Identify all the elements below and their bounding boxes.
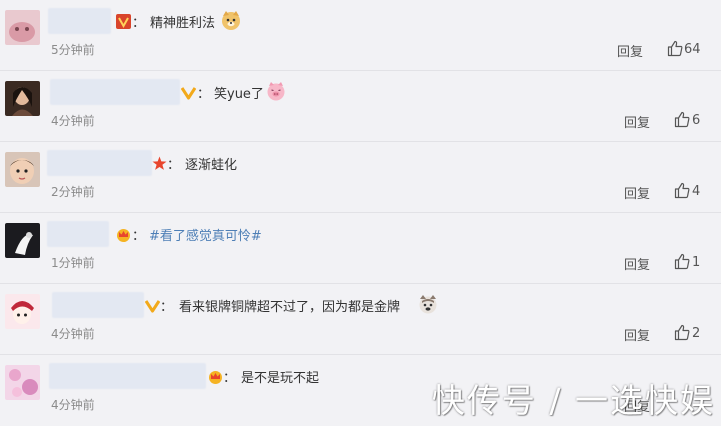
reply-button[interactable]: 回复 [624,112,650,131]
like-count: 6 [692,113,701,128]
reply-button[interactable]: 回复 [617,41,643,60]
comment-colon: ： [160,300,174,315]
husky-emoji [418,294,438,314]
comment-text: 看来银牌铜牌超不过了，因为都是金牌 [179,300,401,315]
avatar[interactable] [5,152,40,187]
reply-button[interactable]: 回复 [624,254,650,273]
gold-v-badge [116,14,131,29]
username-blurred[interactable] [50,79,180,105]
pig-emoji [266,81,286,101]
comment-time: 4分钟前 [51,398,95,412]
comment-time: 1分钟前 [51,256,95,270]
yellow-v-badge [145,298,160,313]
avatar[interactable] [5,81,40,116]
username-blurred[interactable] [47,150,152,176]
comment-colon: ： [132,16,146,31]
like-count: 1 [692,255,701,270]
topic-link[interactable]: #看了感觉真可怜# [149,225,262,244]
red-star-badge [152,156,167,171]
comment-time: 4分钟前 [51,327,95,341]
thumbs-up-icon[interactable] [674,324,690,341]
comment-time: 5分钟前 [51,43,95,57]
avatar[interactable] [5,365,40,400]
avatar[interactable] [5,294,40,329]
comment-text: 是不是玩不起 [241,371,320,386]
like-count: 4 [692,184,701,199]
comment-colon: ： [223,371,237,386]
comment-colon: ： [167,158,181,173]
username-blurred[interactable] [52,292,144,318]
watermark: 快传号 / 一选快娱 [431,381,715,420]
comment-text: 笑yue了 [214,87,264,102]
yellow-v-badge [181,85,196,100]
crown-badge [115,227,130,242]
comment-time: 2分钟前 [51,185,95,199]
thumbs-up-icon[interactable] [674,111,690,128]
avatar[interactable] [5,10,40,45]
crown-badge [207,369,222,384]
username-blurred[interactable] [48,8,111,34]
comment-item: ： 逐渐蛙化 2分钟前 回复 4 [0,142,721,213]
comment-item: ： #看了感觉真可怜# 1分钟前 回复 1 [0,213,721,284]
comment-text: 精神胜利法 [150,16,216,31]
like-count: 64 [684,42,701,57]
comment-colon: ： [197,87,211,102]
reply-button[interactable]: 回复 [624,183,650,202]
username-blurred[interactable] [49,363,206,389]
reply-button[interactable]: 回复 [624,325,650,344]
username-blurred[interactable] [47,221,109,247]
thumbs-up-icon[interactable] [674,182,690,199]
comment-item: ： 看来银牌铜牌超不过了，因为都是金牌 4分钟前 回复 2 [0,284,721,355]
doge-emoji [221,10,241,30]
avatar[interactable] [5,223,40,258]
comment-item: ： 精神胜利法 5分钟前 回复 64 [0,0,721,71]
comment-item: ： 笑yue了 4分钟前 回复 6 [0,71,721,142]
comment-time: 4分钟前 [51,114,95,128]
comment-text: 逐渐蛙化 [185,158,238,173]
like-count: 2 [692,326,701,341]
thumbs-up-icon[interactable] [667,40,683,57]
comment-colon: ： [132,229,146,244]
thumbs-up-icon[interactable] [674,253,690,270]
